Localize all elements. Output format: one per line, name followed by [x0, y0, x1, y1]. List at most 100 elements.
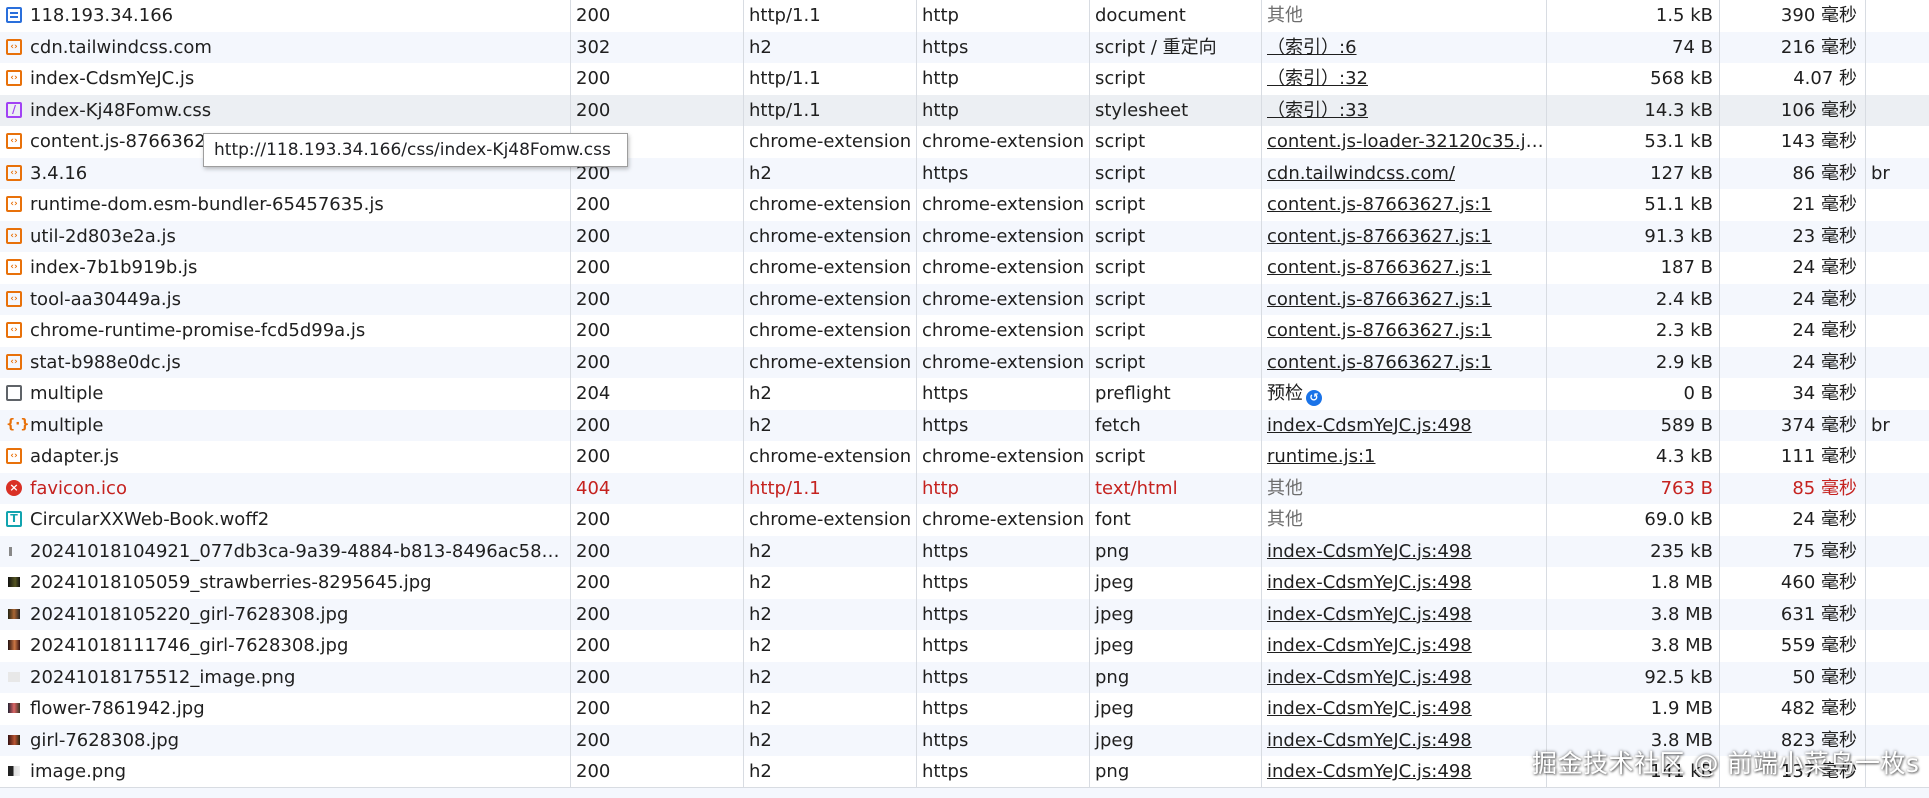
initiator-link[interactable]: runtime.js:1	[1267, 446, 1376, 467]
table-row[interactable]: ‹› adapter.js 200 chrome-extension chrome-ex…	[0, 441, 1929, 473]
type-cell: png	[1095, 666, 1130, 688]
initiator-link[interactable]: index-CdsmYeJC.js:498	[1267, 604, 1472, 625]
request-name[interactable]: ‹› util-2d803e2a.js	[0, 221, 570, 253]
initiator-cell: 其他	[1261, 0, 1546, 32]
column-divider[interactable]	[1865, 0, 1866, 798]
table-row[interactable]: 20241018105220_girl-7628308.jpg 200 h2 http…	[0, 598, 1929, 631]
protocol-cell: h2	[749, 36, 772, 58]
status-cell: 200	[576, 414, 611, 436]
table-row[interactable]: ‹› tool-aa30449a.js 200 chrome-extension chr…	[0, 283, 1929, 316]
request-name[interactable]: ‹› chrome-runtime-promise-fcd5d99a.js	[0, 315, 570, 347]
initiator-link[interactable]: content.js-loader-32120c35.js:8	[1267, 131, 1546, 152]
table-row[interactable]: 118.193.34.166 200 http/1.1 http document 其他 1…	[0, 0, 1929, 32]
request-name[interactable]: 20241018105059_strawberries-8295645.jpg	[0, 567, 570, 599]
table-row[interactable]: ∕ index-Kj48Fomw.css 200 http/1.1 http styles…	[0, 94, 1929, 127]
status-cell: 200	[576, 68, 611, 89]
initiator-link[interactable]: content.js-87663627.js:1	[1267, 352, 1492, 373]
request-name[interactable]: girl-7628308.jpg	[0, 725, 570, 757]
request-name[interactable]: image.png	[0, 756, 570, 788]
initiator-cell: runtime.js:1	[1261, 441, 1546, 473]
image-thin-icon	[9, 546, 12, 556]
column-divider[interactable]	[1261, 0, 1262, 798]
table-row[interactable]: ‹› runtime-dom.esm-bundler-65457635.js 200…	[0, 189, 1929, 221]
initiator-link[interactable]: index-CdsmYeJC.js:498	[1267, 635, 1472, 656]
encoding-cell	[1865, 284, 1929, 316]
initiator-link[interactable]: （索引）:32	[1267, 68, 1368, 89]
initiator-link[interactable]: content.js-87663627.js:1	[1267, 194, 1492, 215]
type-cell: script / 重定向	[1095, 36, 1217, 58]
initiator-link[interactable]: index-CdsmYeJC.js:498	[1267, 667, 1472, 688]
initiator-link[interactable]: content.js-87663627.js:1	[1267, 226, 1492, 247]
protocol-cell: chrome-extension	[749, 194, 912, 215]
initiator-link[interactable]: index-CdsmYeJC.js:498	[1267, 730, 1472, 751]
initiator-link[interactable]: cdn.tailwindcss.com/	[1267, 163, 1455, 184]
request-name[interactable]: × favicon.ico	[0, 473, 570, 505]
initiator-link[interactable]: content.js-87663627.js:1	[1267, 289, 1492, 310]
table-row[interactable]: 20241018175512_image.png 200 h2 https png ind…	[0, 661, 1929, 694]
table-row[interactable]: ‹› index-CdsmYeJC.js 200 http/1.1 http script…	[0, 63, 1929, 95]
table-row[interactable]: ‹› index-7b1b919b.js 200 chrome-extension ch…	[0, 252, 1929, 284]
request-name[interactable]: ‹› runtime-dom.esm-bundler-65457635.js	[0, 189, 570, 221]
type-cell: preflight	[1095, 383, 1171, 404]
initiator-text: 其他	[1267, 477, 1303, 499]
initiator-link[interactable]: index-CdsmYeJC.js:498	[1267, 572, 1472, 593]
column-divider[interactable]	[1546, 0, 1547, 798]
status-cell: 200	[576, 698, 611, 719]
scheme-cell: https	[922, 540, 969, 562]
scheme-cell: chrome-extension	[922, 257, 1085, 278]
type-cell: jpeg	[1095, 698, 1134, 719]
table-row[interactable]: ‹› stat-b988e0dc.js 200 chrome-extension chr…	[0, 346, 1929, 379]
protocol-cell: http/1.1	[749, 99, 821, 121]
column-divider[interactable]	[916, 0, 917, 798]
initiator-link[interactable]: content.js-87663627.js:1	[1267, 257, 1492, 278]
time-cell: 460 毫秒	[1780, 572, 1857, 593]
column-divider[interactable]	[743, 0, 744, 798]
request-name[interactable]: T CircularXXWeb-Book.woff2	[0, 504, 570, 536]
table-row[interactable]: 20241018111746_girl-7628308.jpg 200 h2 http…	[0, 630, 1929, 662]
table-row[interactable]: {·} multiple 200 h2 https fetch index-CdsmYeJC…	[0, 409, 1929, 442]
initiator-link[interactable]: index-CdsmYeJC.js:498	[1267, 541, 1472, 562]
initiator-link[interactable]: index-CdsmYeJC.js:498	[1267, 415, 1472, 436]
table-row[interactable]: 20241018104921_077db3ca-9a39-4884-b813-8…	[0, 535, 1929, 568]
request-name[interactable]: ‹› stat-b988e0dc.js	[0, 347, 570, 379]
initiator-link[interactable]: （索引）:6	[1267, 37, 1357, 58]
preflight-link-icon[interactable]: ↺	[1306, 390, 1322, 406]
column-divider[interactable]	[1089, 0, 1090, 798]
initiator-link[interactable]: content.js-87663627.js:1	[1267, 320, 1492, 341]
table-row[interactable]: ‹› util-2d803e2a.js 200 chrome-extension chr…	[0, 220, 1929, 253]
request-name[interactable]: ‹› index-CdsmYeJC.js	[0, 63, 570, 95]
table-row[interactable]: 20241018105059_strawberries-8295645.jpg 2…	[0, 567, 1929, 599]
table-row[interactable]: × favicon.ico 404 http/1.1 http text/html 其他 76…	[0, 472, 1929, 505]
scheme-cell: chrome-extension	[922, 225, 1085, 247]
request-name[interactable]: 20241018104921_077db3ca-9a39-4884-b813-8…	[0, 536, 570, 568]
initiator-link[interactable]: （索引）:33	[1267, 100, 1368, 121]
request-name[interactable]: ‹› cdn.tailwindcss.com	[0, 32, 570, 64]
request-name[interactable]: 20241018105220_girl-7628308.jpg	[0, 599, 570, 631]
request-name[interactable]: 118.193.34.166	[0, 0, 570, 32]
column-divider[interactable]	[570, 0, 571, 798]
table-row[interactable]: T CircularXXWeb-Book.woff2 200 chrome-exten…	[0, 504, 1929, 536]
request-name[interactable]: 20241018175512_image.png	[0, 662, 570, 694]
request-name[interactable]: ‹› index-7b1b919b.js	[0, 252, 570, 284]
protocol-cell: h2	[749, 603, 772, 625]
initiator-link[interactable]: index-CdsmYeJC.js:498	[1267, 698, 1472, 719]
request-name[interactable]: 20241018111746_girl-7628308.jpg	[0, 630, 570, 662]
time-cell: 631 毫秒	[1780, 603, 1857, 625]
request-name[interactable]: {·} multiple	[0, 410, 570, 442]
column-divider[interactable]	[1719, 0, 1720, 798]
request-name-text: util-2d803e2a.js	[30, 225, 176, 247]
request-name[interactable]: ∕ index-Kj48Fomw.css	[0, 95, 570, 127]
table-row[interactable]: multiple 204 h2 https preflight 预检 ↺ 0 B 34 毫秒	[0, 378, 1929, 410]
type-cell: script	[1095, 131, 1146, 152]
initiator-text: 预检	[1267, 383, 1303, 404]
status-cell: 200	[576, 666, 611, 688]
table-row[interactable]: ‹› chrome-runtime-promise-fcd5d99a.js 200 c…	[0, 315, 1929, 347]
initiator-link[interactable]: index-CdsmYeJC.js:498	[1267, 761, 1472, 782]
request-name[interactable]: flower-7861942.jpg	[0, 693, 570, 725]
request-name[interactable]: ‹› tool-aa30449a.js	[0, 284, 570, 316]
table-row[interactable]: ‹› cdn.tailwindcss.com 302 h2 https script / …	[0, 31, 1929, 64]
scheme-cell: chrome-extension	[922, 320, 1085, 341]
request-name[interactable]: ‹› adapter.js	[0, 441, 570, 473]
table-row[interactable]: flower-7861942.jpg 200 h2 https jpeg index-Cd…	[0, 693, 1929, 725]
request-name[interactable]: multiple	[0, 378, 570, 410]
